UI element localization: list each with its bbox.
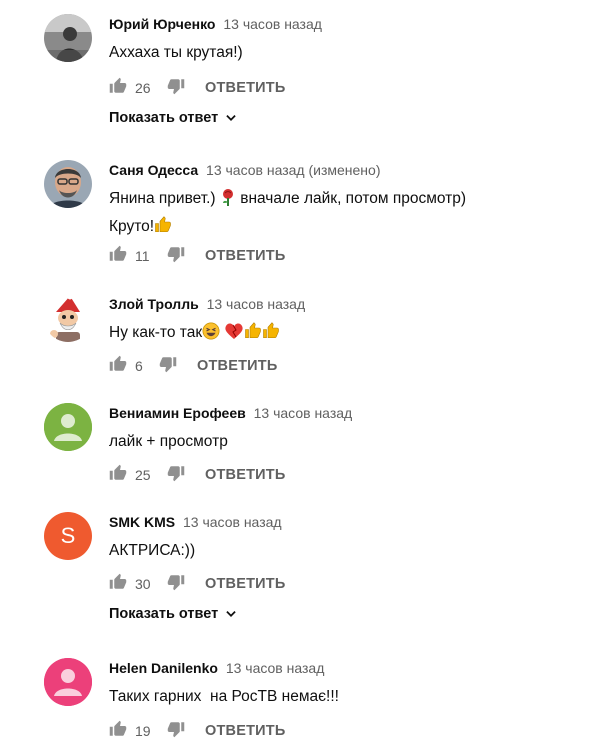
like-button[interactable]: 30 xyxy=(109,573,157,596)
comment-actions: 30 ОТВЕТИТЬ xyxy=(109,572,285,596)
comment-actions: 25 ОТВЕТИТЬ xyxy=(109,463,285,487)
comment-time[interactable]: 13 часов назад xyxy=(254,405,353,421)
like-button[interactable]: 25 xyxy=(109,464,157,487)
comment-actions: 11 ОТВЕТИТЬ xyxy=(109,244,285,268)
like-count: 11 xyxy=(135,248,150,264)
author-name[interactable]: Юрий Юрченко xyxy=(109,16,215,32)
like-count: 19 xyxy=(135,723,151,739)
author-name[interactable]: Злой Тролль xyxy=(109,296,199,312)
comment-time[interactable]: 13 часов назад (изменено) xyxy=(206,162,380,178)
chevron-down-icon xyxy=(226,115,236,121)
reply-button[interactable]: ОТВЕТИТЬ xyxy=(205,248,285,264)
like-button[interactable]: 11 xyxy=(109,245,157,268)
thumbs-up-icon xyxy=(109,77,127,100)
thumbs-up-emoji-icon xyxy=(262,322,280,348)
avatar[interactable] xyxy=(44,658,92,706)
thumbs-up-icon xyxy=(109,245,127,268)
reply-button[interactable]: ОТВЕТИТЬ xyxy=(205,723,285,739)
comment-actions: 19 ОТВЕТИТЬ xyxy=(109,719,285,743)
reply-button[interactable]: ОТВЕТИТЬ xyxy=(205,576,285,592)
rose-emoji-icon xyxy=(220,188,236,214)
thumbs-down-icon xyxy=(159,355,177,378)
chevron-down-icon xyxy=(226,611,236,617)
author-name[interactable]: Вениамин Ерофеев xyxy=(109,405,246,421)
like-button[interactable]: 26 xyxy=(109,77,157,100)
dislike-button[interactable] xyxy=(167,77,185,100)
comment-text: лайк + просмотр xyxy=(109,433,228,450)
thumbs-up-icon xyxy=(109,720,127,743)
reply-button[interactable]: ОТВЕТИТЬ xyxy=(205,80,285,96)
thumbs-up-emoji-icon xyxy=(154,216,172,242)
thumbs-down-icon xyxy=(167,573,185,596)
author-name[interactable]: Саня Одесса xyxy=(109,162,198,178)
comment-time[interactable]: 13 часов назад xyxy=(226,660,325,676)
dislike-button[interactable] xyxy=(159,355,177,378)
thumbs-up-emoji-icon xyxy=(244,322,262,348)
grin-emoji-icon xyxy=(202,322,220,348)
like-button[interactable]: 19 xyxy=(109,720,157,743)
dislike-button[interactable] xyxy=(167,245,185,268)
thumbs-up-icon xyxy=(109,355,127,378)
thumbs-down-icon xyxy=(167,720,185,743)
thumbs-down-icon xyxy=(167,245,185,268)
avatar[interactable]: S xyxy=(44,512,92,560)
comment-text: Ну как-то так xyxy=(109,320,280,348)
like-count: 30 xyxy=(135,576,151,592)
dislike-button[interactable] xyxy=(167,573,185,596)
heart-emoji-icon xyxy=(224,322,244,348)
reply-button[interactable]: ОТВЕТИТЬ xyxy=(197,358,277,374)
thumbs-down-icon xyxy=(167,77,185,100)
comment-text: Янина привет.) вначале лайк, потом просм… xyxy=(109,186,466,242)
default-user-avatar-icon xyxy=(44,658,92,706)
comment-text: Таких гарних на РосТВ немає!!! xyxy=(109,688,339,705)
avatar[interactable] xyxy=(44,294,92,342)
avatar[interactable] xyxy=(44,14,92,62)
default-user-avatar-icon xyxy=(44,403,92,451)
dislike-button[interactable] xyxy=(167,720,185,743)
like-count: 26 xyxy=(135,80,151,96)
thumbs-down-icon xyxy=(167,464,185,487)
thumbs-up-icon xyxy=(109,573,127,596)
dislike-button[interactable] xyxy=(167,464,185,487)
like-count: 25 xyxy=(135,467,151,483)
author-name[interactable]: Helen Danilenko xyxy=(109,660,218,676)
comment-actions: 6 ОТВЕТИТЬ xyxy=(109,354,277,378)
avatar[interactable] xyxy=(44,160,92,208)
like-count: 6 xyxy=(135,358,143,374)
comment-time[interactable]: 13 часов назад xyxy=(183,514,282,530)
reply-button[interactable]: ОТВЕТИТЬ xyxy=(205,467,285,483)
comment-time[interactable]: 13 часов назад xyxy=(207,296,306,312)
avatar[interactable] xyxy=(44,403,92,451)
comment-time[interactable]: 13 часов назад xyxy=(223,16,322,32)
show-replies-button[interactable]: Показать ответ xyxy=(109,110,238,126)
like-button[interactable]: 6 xyxy=(109,355,149,378)
comment-text: Аххаха ты крутая!) xyxy=(109,44,243,61)
thumbs-up-icon xyxy=(109,464,127,487)
comment-text: АКТРИСА:)) xyxy=(109,542,196,559)
author-name[interactable]: SMK KMS xyxy=(109,514,175,530)
show-replies-button[interactable]: Показать ответ xyxy=(109,606,238,622)
comment-actions: 26 ОТВЕТИТЬ xyxy=(109,76,285,100)
